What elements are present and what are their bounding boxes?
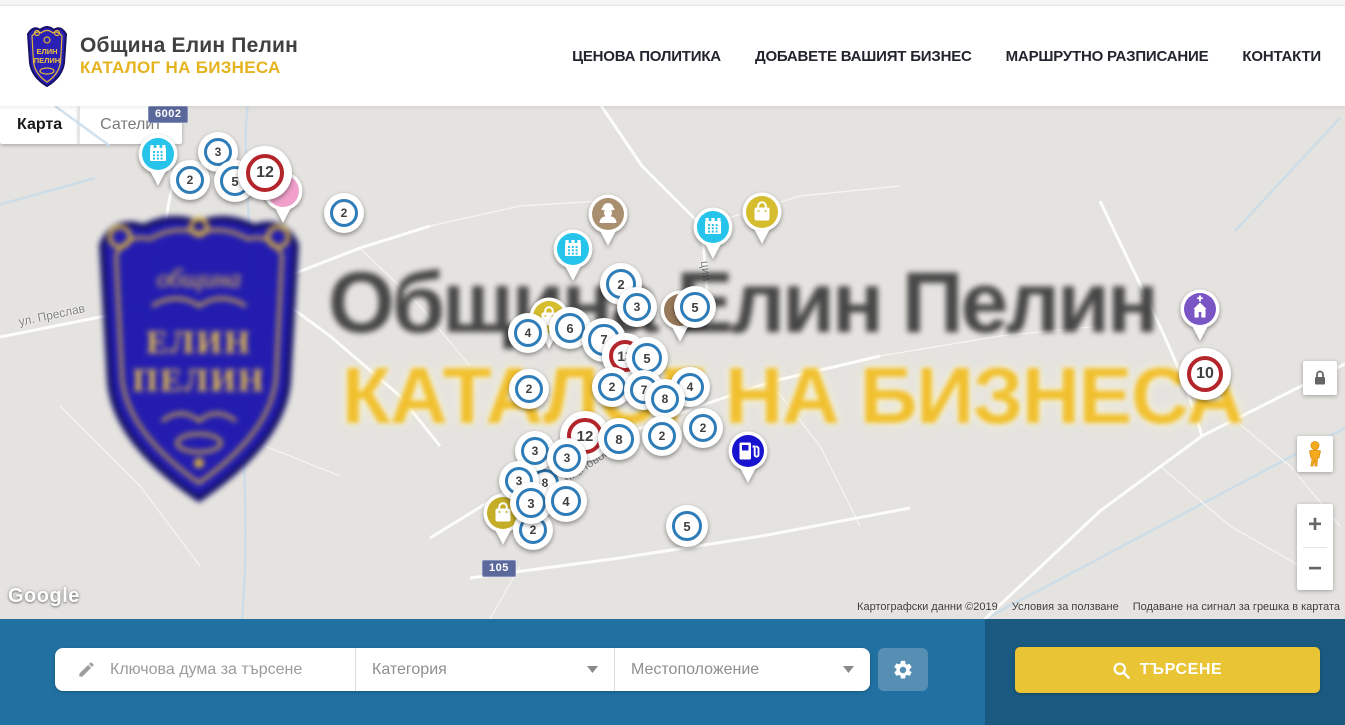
keyword-field[interactable]: [55, 648, 355, 691]
keyword-input[interactable]: [110, 661, 340, 679]
svg-text:ЕЛИН: ЕЛИН: [36, 47, 57, 56]
lock-button[interactable]: [1303, 361, 1337, 395]
map-cluster-marker[interactable]: 2: [324, 193, 364, 233]
attribution-copyright: Картографски данни ©2019: [857, 601, 998, 613]
search-bar: Категория Местоположение: [55, 648, 870, 691]
watermark-shield: община ЕЛИН ПЕЛИН: [82, 211, 316, 507]
zoom-control: + −: [1297, 504, 1333, 590]
category-select-value: Категория: [372, 661, 447, 679]
google-map[interactable]: ул. Преславбул. „Новоселции 6002105 общи…: [0, 106, 1345, 619]
map-cluster-marker[interactable]: 4: [508, 313, 548, 353]
pencil-icon: [77, 660, 96, 679]
map-pin-church[interactable]: [1177, 287, 1223, 345]
chevron-down-icon: [843, 666, 854, 673]
zoom-in-button[interactable]: +: [1297, 504, 1333, 547]
watermark-title: Община Елин Пелин: [328, 254, 1156, 353]
nav-pricing-policy[interactable]: ЦЕНОВА ПОЛИТИКА: [572, 48, 721, 65]
site-header: ЕЛИН ПЕЛИН Община Елин Пелин КАТАЛОГ НА …: [0, 6, 1345, 106]
chevron-down-icon: [587, 666, 598, 673]
advanced-settings-button[interactable]: [878, 648, 928, 691]
svg-text:ЕЛИН: ЕЛИН: [146, 325, 252, 361]
road-number-badge: 6002: [148, 106, 188, 123]
map-cluster-marker[interactable]: 3: [547, 438, 587, 478]
gear-icon: [892, 659, 914, 681]
attribution-terms-link[interactable]: Условия за ползване: [1012, 601, 1119, 613]
road-number-badge: 105: [482, 560, 516, 577]
brand-subtitle: КАТАЛОГ НА БИЗНЕСА: [80, 58, 298, 78]
category-select[interactable]: Категория: [355, 648, 614, 691]
main-nav: ЦЕНОВА ПОЛИТИКА ДОБАВЕТЕ ВАШИЯТ БИЗНЕС М…: [572, 48, 1321, 65]
search-icon: [1113, 662, 1130, 679]
map-cluster-marker[interactable]: 5: [666, 505, 708, 547]
brand[interactable]: ЕЛИН ПЕЛИН Община Елин Пелин КАТАЛОГ НА …: [24, 23, 298, 89]
location-select[interactable]: Местоположение: [614, 648, 870, 691]
svg-text:ПЕЛИН: ПЕЛИН: [132, 363, 265, 399]
map-cluster-marker[interactable]: 3: [617, 287, 657, 327]
google-logo[interactable]: Google: [8, 585, 80, 608]
svg-text:община: община: [157, 264, 241, 293]
brand-title: Община Елин Пелин: [80, 34, 298, 58]
nav-add-your-business[interactable]: ДОБАВЕТЕ ВАШИЯТ БИЗНЕС: [755, 48, 972, 65]
municipality-logo-icon: ЕЛИН ПЕЛИН: [24, 23, 70, 89]
location-select-value: Местоположение: [631, 661, 759, 679]
watermark-subtitle: КАТАЛОГ НА БИЗНЕСА: [342, 350, 1243, 442]
map-cluster-marker[interactable]: 5: [674, 286, 716, 328]
zoom-out-button[interactable]: −: [1297, 548, 1333, 591]
nav-route-schedule[interactable]: МАРШРУТНО РАЗПИСАНИЕ: [1006, 48, 1209, 65]
map-cluster-marker[interactable]: 2: [642, 416, 682, 456]
map-cluster-marker[interactable]: 8: [598, 418, 640, 460]
map-attribution: Картографски данни ©2019 Условия за полз…: [857, 601, 1340, 613]
nav-contacts[interactable]: КОНТАКТИ: [1242, 48, 1321, 65]
attribution-report-link[interactable]: Подаване на сигнал за грешка в картата: [1133, 601, 1340, 613]
map-pin-factory[interactable]: [550, 227, 596, 285]
map-cluster-marker[interactable]: 2: [509, 369, 549, 409]
pegman-icon: [1304, 441, 1326, 467]
map-cluster-marker[interactable]: 4: [545, 480, 587, 522]
map-cluster-marker[interactable]: 10: [1179, 348, 1231, 400]
search-section: Категория Местоположение ТЪРСЕНЕ: [0, 619, 1345, 725]
map-cluster-marker[interactable]: 12: [238, 146, 292, 200]
search-button-label: ТЪРСЕНЕ: [1140, 661, 1223, 679]
street-view-pegman-button[interactable]: [1297, 436, 1333, 472]
map-cluster-marker[interactable]: 2: [683, 408, 723, 448]
map-pin-shopping-bag[interactable]: [739, 190, 785, 248]
svg-text:ПЕЛИН: ПЕЛИН: [34, 56, 60, 65]
map-cluster-marker[interactable]: 8: [645, 379, 685, 419]
map-pin-fuel[interactable]: [725, 429, 771, 487]
lock-icon: [1311, 369, 1329, 387]
search-button[interactable]: ТЪРСЕНЕ: [1015, 647, 1320, 693]
map-pin-factory[interactable]: [690, 205, 736, 263]
